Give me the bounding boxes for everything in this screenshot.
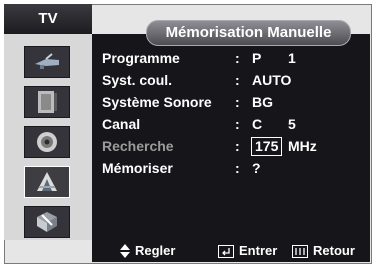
enter-icon (218, 244, 234, 258)
enter-hint: Entrer (218, 240, 277, 262)
programme-prefix: P (252, 50, 262, 66)
search-frequency-field[interactable]: 175 (251, 137, 283, 156)
colour-system-label: Syst. coul. (102, 72, 173, 88)
channel-number: 5 (288, 116, 296, 132)
return-label: Retour (313, 243, 355, 258)
store-label: Mémoriser (102, 160, 173, 176)
colon: : (235, 72, 240, 88)
adjust-hint: Regler (120, 240, 175, 262)
antenna-icon (35, 53, 59, 69)
channel-label: Canal (102, 116, 141, 132)
programme-label: Programme (102, 50, 180, 66)
adjust-label: Regler (135, 243, 176, 258)
picture-icon (38, 91, 57, 113)
sidebar-item-antenna[interactable] (24, 46, 70, 78)
sound-system-label: Système Sonore (102, 94, 212, 110)
colon: : (235, 138, 240, 154)
sidebar-item-sound[interactable] (24, 126, 70, 158)
tv-tab[interactable]: TV (4, 4, 92, 34)
colour-system-value: AUTO (252, 72, 292, 88)
setup-icon (37, 212, 57, 232)
sound-system-value: BG (252, 94, 273, 110)
sidebar-item-picture[interactable] (24, 86, 70, 118)
sidebar-item-setup[interactable] (24, 206, 70, 238)
channel-icon (37, 172, 57, 191)
speaker-icon (37, 132, 57, 152)
colon: : (235, 160, 240, 176)
sidebar (4, 34, 92, 240)
colon: : (235, 50, 240, 66)
frequency-unit: MHz (288, 138, 317, 154)
colon: : (235, 94, 240, 110)
sidebar-item-channel[interactable] (24, 166, 70, 198)
footer-bar: Regler Entrer Retour (92, 240, 370, 262)
enter-label: Entrer (239, 243, 278, 258)
page-title: Mémorisation Manuelle (146, 20, 351, 46)
tv-tab-label: TV (38, 10, 58, 27)
return-hint: Retour (292, 240, 355, 262)
store-value: ? (252, 160, 261, 176)
programme-number: 1 (288, 50, 296, 66)
channel-prefix: C (252, 116, 263, 132)
colon: : (235, 116, 240, 132)
up-down-arrows-icon (120, 244, 130, 258)
search-label: Recherche (102, 138, 174, 154)
menu-return-icon (292, 244, 308, 258)
